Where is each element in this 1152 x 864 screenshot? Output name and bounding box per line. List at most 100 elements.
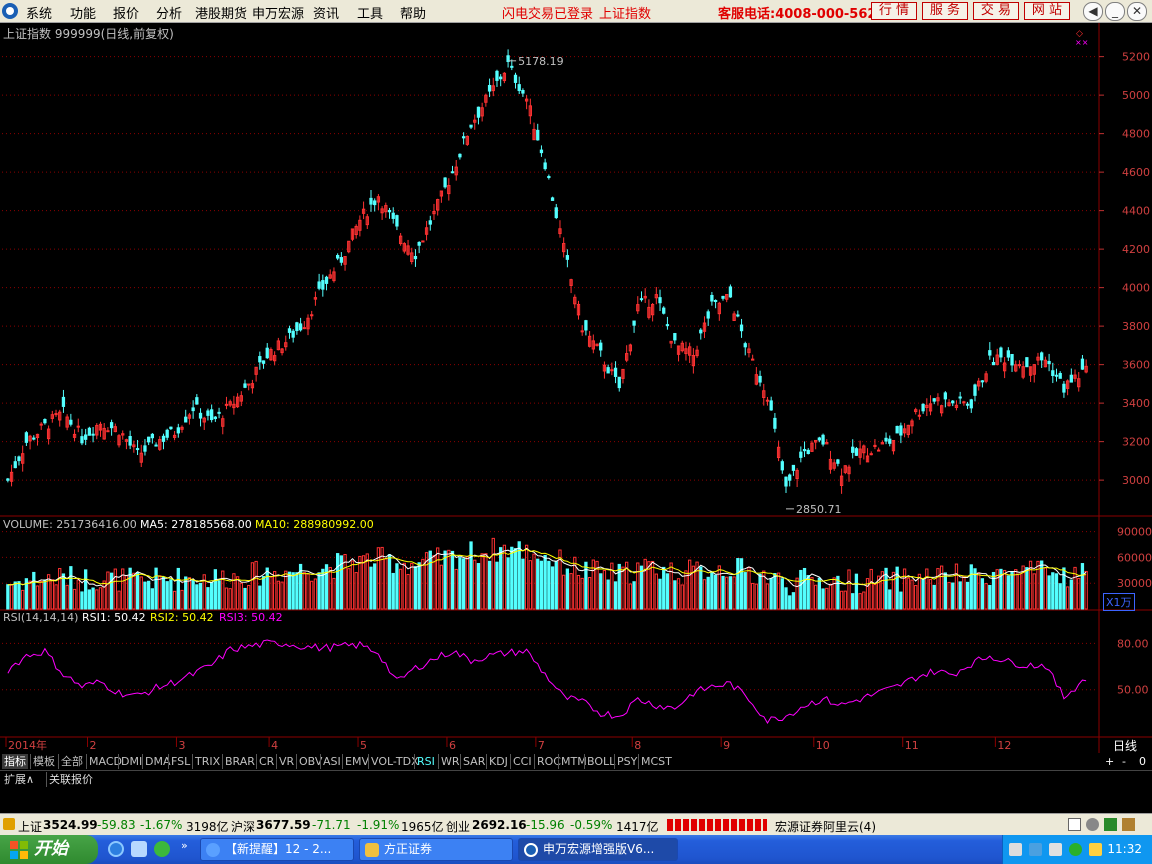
indicator-tab-[interactable]: 全部 (58, 754, 85, 769)
start-button[interactable]: 开始 (0, 835, 98, 864)
menu-shenwan[interactable]: 申万宏源 (252, 3, 304, 22)
indicator-tab-dmi[interactable]: DMI (118, 754, 144, 769)
desktop-icon[interactable] (131, 841, 147, 857)
indicator-tab-kdj[interactable]: KDJ (486, 754, 510, 769)
candle-body (428, 220, 432, 225)
menu-tools[interactable]: 工具 (357, 3, 383, 22)
tab-related-quote[interactable]: 关联报价 (46, 772, 95, 787)
menu-quote[interactable]: 报价 (113, 3, 139, 22)
chart-area[interactable]: 5200 5000 4800 4600 4400 4200 4000 3800 3600 3400… (0, 23, 1152, 753)
kline-chart-svg[interactable]: 5200 5000 4800 4600 4400 4200 4000 3800 3600 3400… (0, 23, 1152, 753)
indicator-tab-asi[interactable]: ASI (320, 754, 343, 769)
ime-icon[interactable] (1009, 843, 1022, 856)
volume-bar (954, 563, 959, 610)
security-tray-icon[interactable] (1069, 843, 1082, 856)
indicator-tab-cci[interactable]: CCI (510, 754, 534, 769)
volume-bar (6, 584, 10, 610)
browser-icon[interactable] (154, 841, 170, 857)
indicator-tab-trix[interactable]: TRIX (192, 754, 222, 769)
indicator-tab-voltdx[interactable]: VOL-TDX (368, 754, 421, 769)
close-icon[interactable]: ✕ (1127, 2, 1147, 21)
window-icon[interactable] (1068, 818, 1081, 831)
quick-launch-expand-icon[interactable]: » (181, 839, 188, 852)
candle-body (335, 254, 340, 259)
volume-bar (869, 568, 873, 610)
menu-news[interactable]: 资讯 (313, 3, 339, 22)
date-axis-label: 10 (816, 739, 830, 752)
indicator-tab-[interactable]: 指标 (2, 754, 28, 769)
index-link[interactable]: 上证指数 (599, 3, 651, 22)
indicator-tab-vr[interactable]: VR (276, 754, 296, 769)
menu-hk-futures[interactable]: 港股期货 (195, 3, 247, 22)
volume-bar (925, 568, 929, 610)
task-trading-app[interactable]: 申万宏源增强版V6... (518, 838, 678, 861)
service-button[interactable]: 服 务 (922, 2, 968, 20)
menu-system[interactable]: 系统 (26, 3, 52, 22)
reset-zoom-button[interactable]: 0 (1137, 754, 1148, 769)
indicator-tab-cr[interactable]: CR (256, 754, 276, 769)
back-icon[interactable]: ◀ (1083, 2, 1103, 21)
candle-body (817, 437, 822, 441)
candle-body (165, 429, 169, 438)
volume-tray-icon[interactable] (1049, 843, 1062, 856)
indicator-tab-mcst[interactable]: MCST (638, 754, 674, 769)
indicator-tab-brar[interactable]: BRAR (222, 754, 257, 769)
volume-bar (977, 572, 981, 610)
volume-bar (495, 561, 499, 610)
network-tray-icon[interactable] (1029, 843, 1042, 856)
volume-bar (969, 564, 973, 610)
volume-bar (791, 592, 796, 610)
volume-bar (480, 553, 484, 610)
sound-icon[interactable] (1086, 818, 1099, 831)
task-folder[interactable]: 方正证券 (359, 838, 513, 861)
tab-extend[interactable]: 扩展∧ (2, 772, 36, 787)
indicator-tab-psy[interactable]: PSY (614, 754, 639, 769)
date-axis-label: 3 (178, 739, 185, 752)
minimize-icon[interactable]: _ (1105, 2, 1125, 21)
candle-body (210, 409, 214, 421)
market-button[interactable]: 行 情 (871, 2, 917, 20)
indicator-tab-[interactable]: 模板 (30, 754, 57, 769)
hs-amount: 1965亿 (401, 820, 444, 834)
menu-analysis[interactable]: 分析 (156, 3, 182, 22)
website-button[interactable]: 网 站 (1024, 2, 1070, 20)
volume-axis-label: 60000 (1117, 551, 1152, 564)
trade-login-notice[interactable]: 闪电交易已登录 (502, 3, 593, 22)
volume-bar (873, 584, 877, 610)
ie-icon[interactable] (108, 841, 124, 857)
date-axis-label: 11 (905, 739, 919, 752)
task-browser[interactable]: 【新提醒】12 - 2... (200, 838, 354, 861)
menu-help[interactable]: 帮助 (400, 3, 426, 22)
server-name[interactable]: 宏源证券阿里云(4) (775, 818, 876, 835)
candle-body (565, 255, 570, 260)
indicator-tab-fsl[interactable]: FSL (168, 754, 192, 769)
volume-bar (395, 563, 399, 610)
trade-button[interactable]: 交 易 (973, 2, 1019, 20)
zoom-out-button[interactable]: - (1120, 754, 1128, 769)
date-axis-label: 6 (449, 739, 456, 752)
app-tray-icon[interactable] (1089, 843, 1102, 856)
network-icon[interactable] (1104, 818, 1117, 831)
candle-body (24, 432, 29, 443)
candle-body (128, 436, 132, 446)
indicator-tab-emv[interactable]: EMV (342, 754, 371, 769)
menu-function[interactable]: 功能 (70, 3, 96, 22)
lock-icon[interactable] (1122, 818, 1135, 831)
volume-bar (1062, 567, 1066, 610)
volume-bar (9, 584, 14, 610)
volume-bar (154, 567, 158, 610)
candle-body (495, 70, 499, 81)
candle-body (1054, 374, 1059, 377)
date-axis-label: 12 (997, 739, 1011, 752)
volume-bar (384, 558, 388, 610)
status-bar: 上证 3524.99 -59.83 -1.67% 3198亿 沪深 3677.5… (0, 813, 1152, 835)
indicator-tab-boll[interactable]: BOLL (584, 754, 617, 769)
volume-bar (491, 537, 495, 610)
volume-bar (72, 588, 77, 610)
indicator-tab-wr[interactable]: WR (438, 754, 462, 769)
indicator-tab-rsi[interactable]: RSI (414, 754, 437, 769)
task-folder-label: 方正证券 (384, 842, 433, 856)
zoom-in-button[interactable]: + (1103, 754, 1116, 769)
volume-bar (265, 567, 269, 610)
indicator-tab-sar[interactable]: SAR (460, 754, 487, 769)
